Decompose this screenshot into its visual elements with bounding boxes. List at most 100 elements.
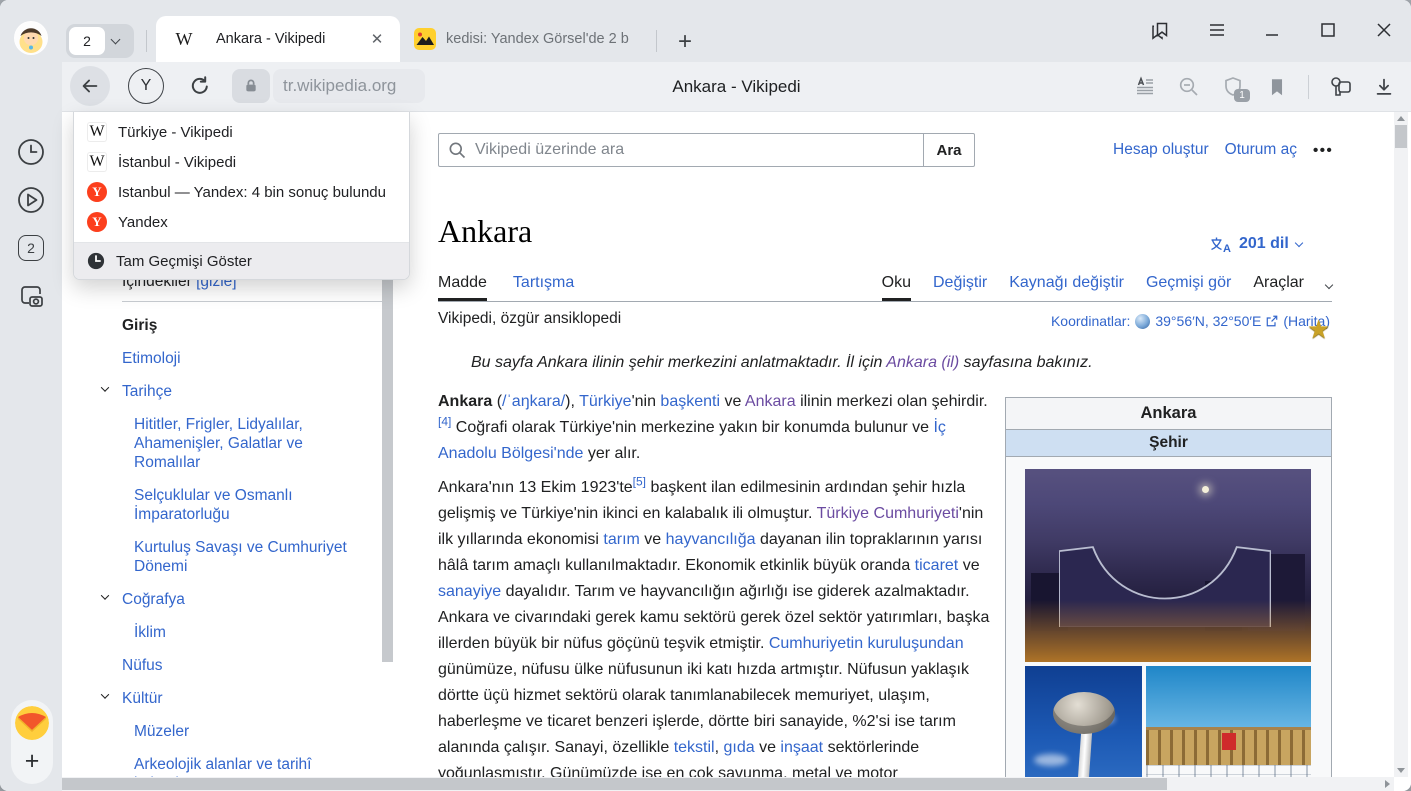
yandex-button[interactable]: Y xyxy=(128,68,164,104)
screenshot-icon[interactable] xyxy=(15,280,47,312)
toc-scrollbar[interactable] xyxy=(382,272,393,662)
toc-item-iklim[interactable]: İklim xyxy=(122,623,354,642)
text-link[interactable]: ticaret xyxy=(915,557,959,574)
bookmark-icon[interactable] xyxy=(1264,74,1290,100)
tab-group-counter[interactable]: 2 xyxy=(66,24,134,58)
text-link[interactable]: sanayiye xyxy=(438,583,501,600)
text-link[interactable]: Ankara (il) xyxy=(886,354,959,371)
yandex-mail-icon[interactable] xyxy=(15,706,49,740)
downloads-icon[interactable] xyxy=(1371,74,1397,100)
globe-icon[interactable] xyxy=(1135,314,1150,329)
new-tab-button[interactable]: + xyxy=(668,25,702,59)
scroll-right-arrow[interactable] xyxy=(1385,780,1390,788)
scroll-up-arrow[interactable] xyxy=(1397,116,1405,121)
toc-item-cografya[interactable]: Coğrafya xyxy=(122,590,360,609)
text-link[interactable]: Cumhuriyetin kuruluşundan xyxy=(769,635,964,652)
search-input[interactable] xyxy=(438,133,924,167)
chevron-down-icon[interactable] xyxy=(101,690,109,698)
tab-gecmisi-gor[interactable]: Geçmişi gör xyxy=(1146,274,1231,301)
maximize-icon[interactable] xyxy=(1314,16,1342,44)
infobox-image-anitkabir[interactable] xyxy=(1146,666,1311,791)
create-account-link[interactable]: Hesap oluştur xyxy=(1113,141,1209,159)
toc-item-giris[interactable]: Giriş xyxy=(122,316,360,335)
toc-item-hititler[interactable]: Hititler, Frigler, Lidyalılar, Ahamenişl… xyxy=(122,415,354,472)
coordinates-value[interactable]: 39°56′N, 32°50′E xyxy=(1155,313,1261,329)
login-link[interactable]: Oturum aç xyxy=(1225,141,1297,159)
text-link[interactable]: tekstil xyxy=(674,739,715,756)
history-item-label[interactable]: Türkiye - Vikipedi xyxy=(118,124,233,141)
add-panel-button[interactable]: + xyxy=(15,744,49,778)
text-link[interactable]: [5] xyxy=(633,475,646,489)
chevron-down-icon[interactable] xyxy=(1325,281,1333,289)
close-window-icon[interactable] xyxy=(1370,16,1398,44)
toc-item-label[interactable]: Kültür xyxy=(122,690,163,707)
text-link[interactable]: hayvancılığa xyxy=(666,531,756,548)
infobox-image-cityscape-night[interactable] xyxy=(1025,469,1311,662)
tab-araclar[interactable]: Araçlar xyxy=(1253,274,1304,301)
text-link[interactable]: Ankara xyxy=(745,393,796,410)
chevron-down-icon[interactable] xyxy=(101,383,109,391)
search-button[interactable]: Ara xyxy=(923,133,975,167)
history-item[interactable]: Y Istanbul — Yandex: 4 bin sonuç bulundu xyxy=(74,177,409,207)
address-bar[interactable]: tr.wikipedia.org xyxy=(273,69,425,103)
horizontal-scroll-thumb[interactable] xyxy=(62,778,1167,790)
play-media-icon[interactable] xyxy=(15,184,47,216)
text-link[interactable]: inşaat xyxy=(780,739,823,756)
infobox-image-atakule-tower[interactable] xyxy=(1025,666,1142,791)
site-security-lock-icon[interactable] xyxy=(232,69,270,103)
toc-item-label[interactable]: Tarihçe xyxy=(122,383,172,400)
toc-item-muzeler[interactable]: Müzeler xyxy=(122,722,354,741)
toc-item-tarihce[interactable]: Tarihçe xyxy=(122,382,360,401)
coordinates-label[interactable]: Koordinatlar: xyxy=(1051,313,1130,329)
horizontal-scrollbar[interactable] xyxy=(62,777,1394,791)
tab-count[interactable]: 2 xyxy=(69,27,105,55)
close-tab-icon[interactable]: ✕ xyxy=(366,28,388,50)
text-link[interactable]: /ˈaŋkara/ xyxy=(502,393,565,410)
tab-title[interactable]: Ankara - Vikipedi xyxy=(216,31,325,47)
history-item-label[interactable]: Yandex xyxy=(118,214,168,231)
protect-shield-icon[interactable]: 1 xyxy=(1220,74,1246,100)
more-options-icon[interactable]: ••• xyxy=(1313,142,1333,159)
toc-item-kultur[interactable]: Kültür xyxy=(122,689,360,708)
chevron-down-icon[interactable] xyxy=(111,35,121,45)
tab-degistir[interactable]: Değiştir xyxy=(933,274,987,301)
tab-madde[interactable]: Madde xyxy=(438,274,487,301)
tab-ankara-vikipedi[interactable]: W Ankara - Vikipedi ✕ xyxy=(156,16,400,62)
history-footer-label[interactable]: Tam Geçmişi Göster xyxy=(116,253,252,270)
passwords-key-icon[interactable] xyxy=(1327,74,1353,100)
back-button[interactable] xyxy=(70,66,110,106)
collections-icon[interactable] xyxy=(1146,16,1174,44)
toc-item-selcuklular[interactable]: Selçuklular ve Osmanlı İmparatorluğu xyxy=(122,486,354,524)
vertical-scroll-thumb[interactable] xyxy=(1395,125,1407,148)
history-icon[interactable] xyxy=(15,136,47,168)
chevron-down-icon[interactable] xyxy=(101,591,109,599)
history-item[interactable]: W İstanbul - Vikipedi xyxy=(74,147,409,177)
toc-item-nufus[interactable]: Nüfus xyxy=(122,656,360,675)
text-link[interactable]: tarım xyxy=(603,531,639,548)
toc-item-kurtulus[interactable]: Kurtuluş Savaşı ve Cumhuriyet Dönemi xyxy=(122,538,354,576)
text-link[interactable]: başkenti xyxy=(660,393,720,410)
history-item-label[interactable]: İstanbul - Vikipedi xyxy=(118,154,236,171)
reader-mode-icon[interactable] xyxy=(1132,74,1158,100)
scroll-down-arrow[interactable] xyxy=(1397,768,1405,773)
tab-tartisma[interactable]: Tartışma xyxy=(513,274,574,301)
text-link[interactable]: gıda xyxy=(723,739,754,756)
tab-title[interactable]: kedisi: Yandex Görsel'de 2 b xyxy=(446,31,642,47)
vertical-scrollbar[interactable] xyxy=(1394,112,1408,777)
history-item[interactable]: Y Yandex xyxy=(74,207,409,237)
toc-item-label[interactable]: Coğrafya xyxy=(122,591,185,608)
text-link[interactable]: Türkiye xyxy=(579,393,631,410)
text-link[interactable]: [4] xyxy=(438,415,451,429)
show-full-history-item[interactable]: Tam Geçmişi Göster xyxy=(74,243,409,279)
text-link[interactable]: Türkiye Cumhuriyeti xyxy=(817,505,959,522)
tab-oku[interactable]: Oku xyxy=(882,274,911,301)
language-count[interactable]: 201 dil xyxy=(1239,235,1289,253)
refresh-button[interactable] xyxy=(184,70,216,102)
tab-yandex-gorsel[interactable]: kedisi: Yandex Görsel'de 2 b xyxy=(402,16,658,62)
zoom-out-icon[interactable] xyxy=(1176,74,1202,100)
profile-avatar[interactable] xyxy=(14,21,48,55)
toc-item-etimoloji[interactable]: Etimoloji xyxy=(122,349,360,368)
tabs-panel-icon[interactable]: 2 xyxy=(15,232,47,264)
tab-kaynagi-degistir[interactable]: Kaynağı değiştir xyxy=(1009,274,1124,301)
history-item-label[interactable]: Istanbul — Yandex: 4 bin sonuç bulundu xyxy=(118,184,386,201)
